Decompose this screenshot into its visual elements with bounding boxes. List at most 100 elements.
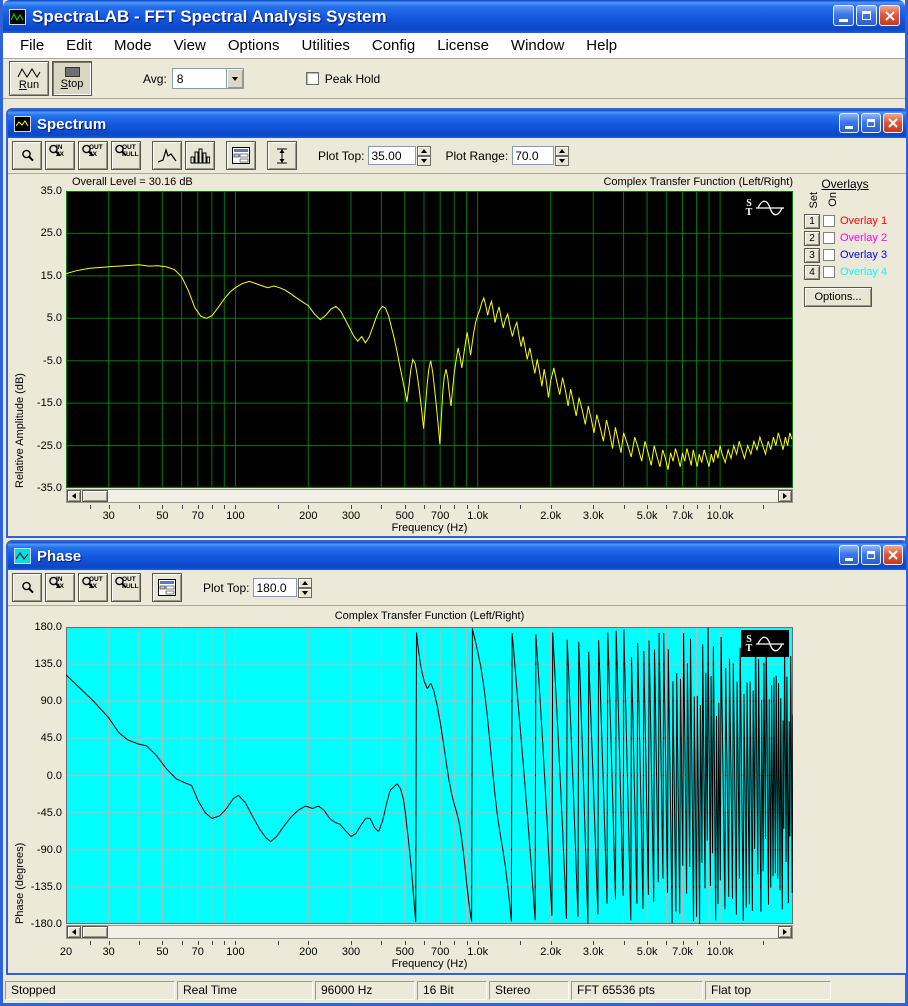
phase-zoom-button[interactable] [12,573,42,602]
spin-up-icon[interactable] [298,578,312,588]
overlay-set-button-2[interactable]: 2 [804,231,820,246]
phase-maximize-button[interactable] [861,545,881,565]
phase-close-button[interactable] [883,545,903,565]
spectrum-bar-graph-button[interactable] [185,141,215,170]
spin-up-icon[interactable] [555,146,569,156]
spectrum-line-graph-button[interactable] [152,141,182,170]
phase-window: Phase IN2XOUT2XOUTFULLPlot Top: Complex … [6,540,908,975]
x-tick-mark [478,941,479,945]
phase-plot[interactable]: ST [66,627,793,924]
overlays-options-button[interactable]: Options... [804,287,872,307]
plot-range-input[interactable] [512,146,554,165]
close-button[interactable] [879,5,900,26]
x-tick-mark [139,505,140,509]
scroll-thumb[interactable] [82,926,108,938]
run-button[interactable]: Run [9,61,49,96]
maximize-button[interactable] [856,5,877,26]
spin-up-icon[interactable] [417,146,431,156]
menu-item-license[interactable]: License [426,35,500,56]
phase-plot-top-input[interactable] [253,578,297,597]
spectrum-zoom-out-2x-button[interactable]: OUT2X [78,141,108,170]
overlay-on-checkbox-1[interactable] [823,215,835,227]
spectrum-zoom-out-full-button[interactable]: OUTFULL [111,141,141,170]
st-logo: ST [741,630,789,657]
x-tick-mark [683,941,684,945]
x-tick-mark [182,941,183,945]
x-tick-label: 10.0k [707,510,734,522]
scroll-left-button[interactable] [67,926,81,938]
spectrum-close-button[interactable] [883,113,903,133]
scroll-track[interactable] [108,926,778,938]
app-icon [9,9,26,25]
y-tick-label: 180.0 [18,621,62,633]
x-tick-label: 10.0k [707,946,734,958]
x-tick-mark [212,941,213,945]
menu-item-utilities[interactable]: Utilities [291,35,361,56]
x-tick-mark [520,941,521,945]
spectrum-zoom-button[interactable] [12,141,42,170]
x-tick-mark [278,505,279,509]
overlay-on-checkbox-4[interactable] [823,266,835,278]
menu-item-config[interactable]: Config [361,35,426,56]
x-tick-label: 300 [342,510,360,522]
spectrum-title: Spectrum [37,116,106,133]
spectrum-zoom-in-2x-button[interactable]: IN2X [45,141,75,170]
overlay-on-checkbox-2[interactable] [823,232,835,244]
spectrum-toolbar: IN2XOUT2XOUTFULLPlot Top: Plot Range: [8,138,906,174]
app-titlebar[interactable]: SpectraLAB - FFT Spectral Analysis Syste… [3,0,905,33]
status-panel-stereo: Stereo [489,981,569,1000]
overlay-set-button-3[interactable]: 3 [804,248,820,263]
phase-zoom-out-2x-button[interactable]: OUT2X [78,573,108,602]
menu-item-options[interactable]: Options [217,35,291,56]
phase-h-scrollbar[interactable] [66,925,793,939]
spectrum-vertical-scale-button[interactable] [267,141,297,170]
scroll-thumb[interactable] [82,490,108,502]
overlay-on-checkbox-3[interactable] [823,249,835,261]
x-tick-label: 3.0k [583,946,604,958]
stop-button[interactable]: Stop [52,61,92,96]
scroll-track[interactable] [108,490,778,502]
menu-bar: FileEditModeViewOptionsUtilitiesConfigLi… [3,33,905,59]
spectrum-titlebar[interactable]: Spectrum [8,110,906,138]
menu-item-view[interactable]: View [163,35,217,56]
x-tick-mark [454,941,455,945]
spectrum-display-options-button[interactable] [226,141,256,170]
scroll-right-button[interactable] [778,926,792,938]
spectrum-minimize-button[interactable] [839,113,859,133]
overlay-set-button-1[interactable]: 1 [804,214,820,229]
overlays-heading: Overlays [802,177,888,191]
overlay-set-button-4[interactable]: 4 [804,265,820,280]
plot-top-input[interactable] [368,146,416,165]
menu-item-help[interactable]: Help [575,35,628,56]
spectrum-h-scrollbar[interactable] [66,489,793,503]
menu-item-file[interactable]: File [9,35,55,56]
x-tick-mark [139,941,140,945]
spectrum-plot[interactable]: ST [66,191,793,488]
avg-dropdown[interactable]: 8 [172,68,244,89]
phase-minimize-button[interactable] [839,545,859,565]
scroll-left-button[interactable] [67,490,81,502]
overlay-label-1: Overlay 1 [840,215,887,227]
plot-top-spinner[interactable] [417,146,431,166]
phase-titlebar[interactable]: Phase [8,542,906,570]
menu-item-mode[interactable]: Mode [103,35,163,56]
x-tick-mark [109,505,110,509]
minimize-button[interactable] [833,5,854,26]
spin-down-icon[interactable] [298,588,312,598]
spin-down-icon[interactable] [555,156,569,166]
phase-zoom-out-full-button[interactable]: OUTFULL [111,573,141,602]
phase-plot-top-spinner[interactable] [298,578,312,598]
plot-range-spinner[interactable] [555,146,569,166]
scroll-right-button[interactable] [778,490,792,502]
st-logo: ST [741,194,789,221]
dropdown-arrow-icon[interactable] [226,69,243,88]
phase-display-options-button[interactable] [152,573,182,602]
menu-item-window[interactable]: Window [500,35,575,56]
menu-item-edit[interactable]: Edit [55,35,103,56]
spectrum-maximize-button[interactable] [861,113,881,133]
peak-hold-checkbox[interactable] [306,72,319,85]
spin-down-icon[interactable] [417,156,431,166]
phase-zoom-in-2x-button[interactable]: IN2X [45,573,75,602]
spectrum-window: Spectrum IN2XOUT2XOUTFULLPlot Top: Plot … [6,108,908,538]
x-tick-label: 30 [103,946,115,958]
